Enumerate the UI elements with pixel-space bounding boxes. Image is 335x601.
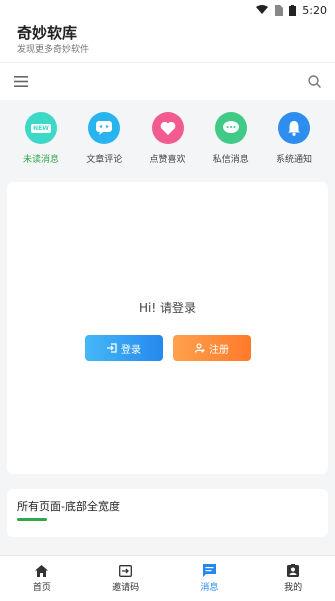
app-title: 奇妙软库 [17, 24, 78, 42]
new-badge-icon: NEW [25, 112, 57, 144]
bell-icon [278, 112, 310, 144]
tab-label: 邀请码 [112, 582, 140, 593]
status-bar: 5:20 [0, 0, 335, 20]
message-dots-icon [214, 112, 247, 144]
heart-icon [151, 112, 184, 144]
footer-note-text: 所有页面-底部全宽度 [17, 500, 120, 513]
tab-label: 首页 [32, 582, 51, 593]
tab-invite-code[interactable]: 邀请码 [84, 556, 168, 601]
sim-icon [275, 4, 284, 16]
shortcut-label: 未读消息 [22, 155, 59, 165]
tab-profile[interactable]: 我的 [251, 556, 335, 601]
login-card: Hi! 请登录 登录 注册 [7, 182, 328, 474]
shortcut-unread-messages[interactable]: NEW 未读消息 [17, 112, 65, 172]
shortcut-article-comments[interactable]: 文章评论 [80, 112, 128, 172]
chat-bubble-icon [88, 112, 121, 144]
login-icon [107, 343, 117, 353]
shortcut-label: 系统通知 [275, 155, 312, 165]
login-greeting: Hi! 请登录 [139, 301, 196, 315]
tab-home[interactable]: 首页 [0, 556, 84, 601]
tab-messages[interactable]: 消息 [168, 556, 252, 601]
tab-label: 消息 [200, 583, 219, 593]
add-user-icon [195, 343, 205, 353]
bottom-tab-bar: 首页 邀请码 消息 我的 [0, 555, 335, 601]
shortcut-label: 点赞喜欢 [149, 155, 186, 165]
shortcut-row: NEW 未读消息 文章评论 点赞喜欢 私信消息 系统通知 [0, 112, 335, 172]
shortcut-private-messages[interactable]: 私信消息 [207, 112, 255, 172]
menu-icon[interactable] [14, 76, 28, 87]
invite-code-icon [119, 564, 133, 577]
new-badge-text: NEW [31, 123, 51, 133]
app-header: 奇妙软库 发现更多奇妙软件 [0, 20, 335, 62]
tab-label: 我的 [284, 583, 303, 593]
battery-icon [289, 4, 297, 16]
shortcut-label: 私信消息 [212, 155, 249, 165]
shortcut-system-notifications[interactable]: 系统通知 [270, 112, 318, 172]
home-icon [35, 564, 49, 577]
footer-note-card: 所有页面-底部全宽度 [7, 489, 328, 537]
register-button-label: 注册 [209, 344, 229, 356]
shortcut-label: 文章评论 [86, 155, 123, 165]
login-button[interactable]: 登录 [85, 335, 163, 361]
message-icon [202, 564, 216, 577]
shortcut-likes[interactable]: 点赞喜欢 [144, 112, 192, 172]
profile-icon [287, 564, 300, 577]
login-button-label: 登录 [121, 344, 141, 356]
register-button[interactable]: 注册 [173, 335, 251, 361]
search-icon[interactable] [308, 75, 321, 88]
app-subtitle: 发现更多奇妙软件 [17, 45, 90, 55]
toolbar [0, 62, 335, 100]
status-time: 5:20 [302, 3, 327, 17]
footer-note-underline [17, 518, 47, 521]
wifi-icon [256, 5, 269, 14]
